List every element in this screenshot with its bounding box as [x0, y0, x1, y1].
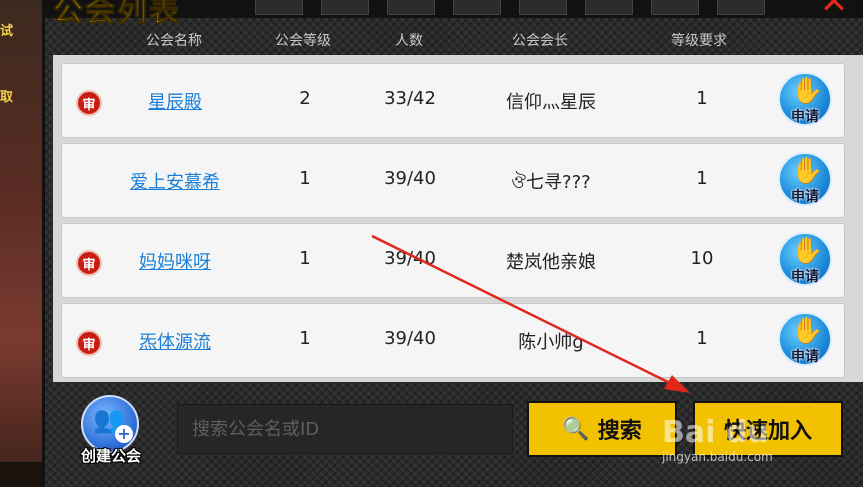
guild-members: 39/40	[384, 248, 436, 269]
tab-slot	[255, 0, 303, 15]
guild-level: 2	[299, 88, 311, 109]
guild-members: 39/40	[384, 168, 436, 189]
close-x-icon[interactable]: ✕	[819, 0, 849, 19]
header-level-req: 等级要求	[671, 33, 727, 49]
search-button[interactable]: 🔍 搜索	[527, 401, 677, 457]
apply-button[interactable]: ✋ 申请	[778, 152, 832, 210]
header-leader: 公会会长	[512, 33, 568, 49]
table-row: 审 妈妈咪呀 1 39/40 楚岚他亲娘 10 ✋ 申请	[61, 223, 845, 298]
guild-name-link[interactable]: 星辰殿	[148, 88, 202, 114]
tab-slot	[519, 0, 567, 15]
table-row: 审 炁体源流 1 39/40 陈小帅g 1 ✋ 申请	[61, 303, 845, 378]
apply-button[interactable]: ✋ 申请	[778, 232, 832, 290]
tab-slot	[453, 0, 501, 15]
background-side-text: 试	[0, 24, 14, 39]
plus-icon: +	[115, 425, 133, 443]
guild-level-req: 1	[696, 328, 708, 349]
guild-level: 1	[299, 248, 311, 269]
guild-leader: ঔ七寻???	[511, 172, 591, 193]
guild-list-panel: 公会列表 ✕ 公会名称 公会等级 人数 公会会长 等级要求 审 星辰殿 2 33…	[42, 0, 863, 487]
guild-level-req: 10	[690, 248, 714, 269]
guild-name-link[interactable]: 炁体源流	[139, 328, 211, 354]
guild-name-link[interactable]: 妈妈咪呀	[139, 248, 211, 274]
guild-level-req: 1	[696, 168, 708, 189]
tab-slot	[585, 0, 633, 15]
apply-label: 申请	[791, 109, 819, 125]
table-row: 爱上安慕希 1 39/40 ঔ七寻??? 1 ✋ 申请	[61, 143, 845, 218]
guild-level-req: 1	[696, 88, 708, 109]
tab-slot	[321, 0, 369, 15]
create-guild-button[interactable]: 👥 + 创建公会	[71, 395, 151, 467]
background-side-text: 取	[0, 90, 14, 105]
guild-members: 33/42	[384, 88, 436, 109]
apply-label: 申请	[791, 349, 819, 365]
search-button-label: 搜索	[597, 419, 642, 444]
apply-label: 申请	[791, 269, 819, 285]
tab-slot	[717, 0, 765, 15]
guild-level: 1	[299, 328, 311, 349]
guild-list[interactable]: 审 星辰殿 2 33/42 信仰灬星辰 1 ✋ 申请 爱上安慕希 1 39/40…	[53, 55, 863, 382]
table-header: 公会名称 公会等级 人数 公会会长 等级要求	[59, 24, 859, 54]
header-guild-level: 公会等级	[275, 33, 331, 49]
tab-slot	[387, 0, 435, 15]
tab-slot	[651, 0, 699, 15]
guild-level: 1	[299, 168, 311, 189]
apply-button[interactable]: ✋ 申请	[778, 312, 832, 370]
raised-hand-icon: ✋	[791, 236, 824, 266]
raised-hand-icon: ✋	[791, 156, 824, 186]
review-badge-icon: 审	[76, 330, 102, 356]
guild-leader: 陈小帅g	[518, 332, 584, 353]
search-input[interactable]	[177, 404, 513, 454]
table-row: 审 星辰殿 2 33/42 信仰灬星辰 1 ✋ 申请	[61, 63, 845, 138]
raised-hand-icon: ✋	[791, 316, 824, 346]
header-members: 人数	[395, 33, 423, 49]
guild-leader: 楚岚他亲娘	[506, 252, 596, 273]
apply-label: 申请	[791, 189, 819, 205]
review-badge-icon: 审	[76, 250, 102, 276]
create-guild-label: 创建公会	[80, 447, 141, 465]
apply-button[interactable]: ✋ 申请	[778, 72, 832, 130]
search-icon: 🔍	[562, 416, 590, 442]
guild-leader: 信仰灬星辰	[506, 92, 596, 113]
raised-hand-icon: ✋	[791, 76, 824, 106]
guild-name-link[interactable]: 爱上安慕希	[130, 168, 220, 194]
baidu-watermark: Bai du	[662, 415, 769, 450]
review-badge-icon: 审	[76, 90, 102, 116]
guild-members: 39/40	[384, 328, 436, 349]
header-guild-name: 公会名称	[146, 33, 202, 49]
baidu-watermark-url: jingyan.baidu.com	[662, 450, 773, 464]
